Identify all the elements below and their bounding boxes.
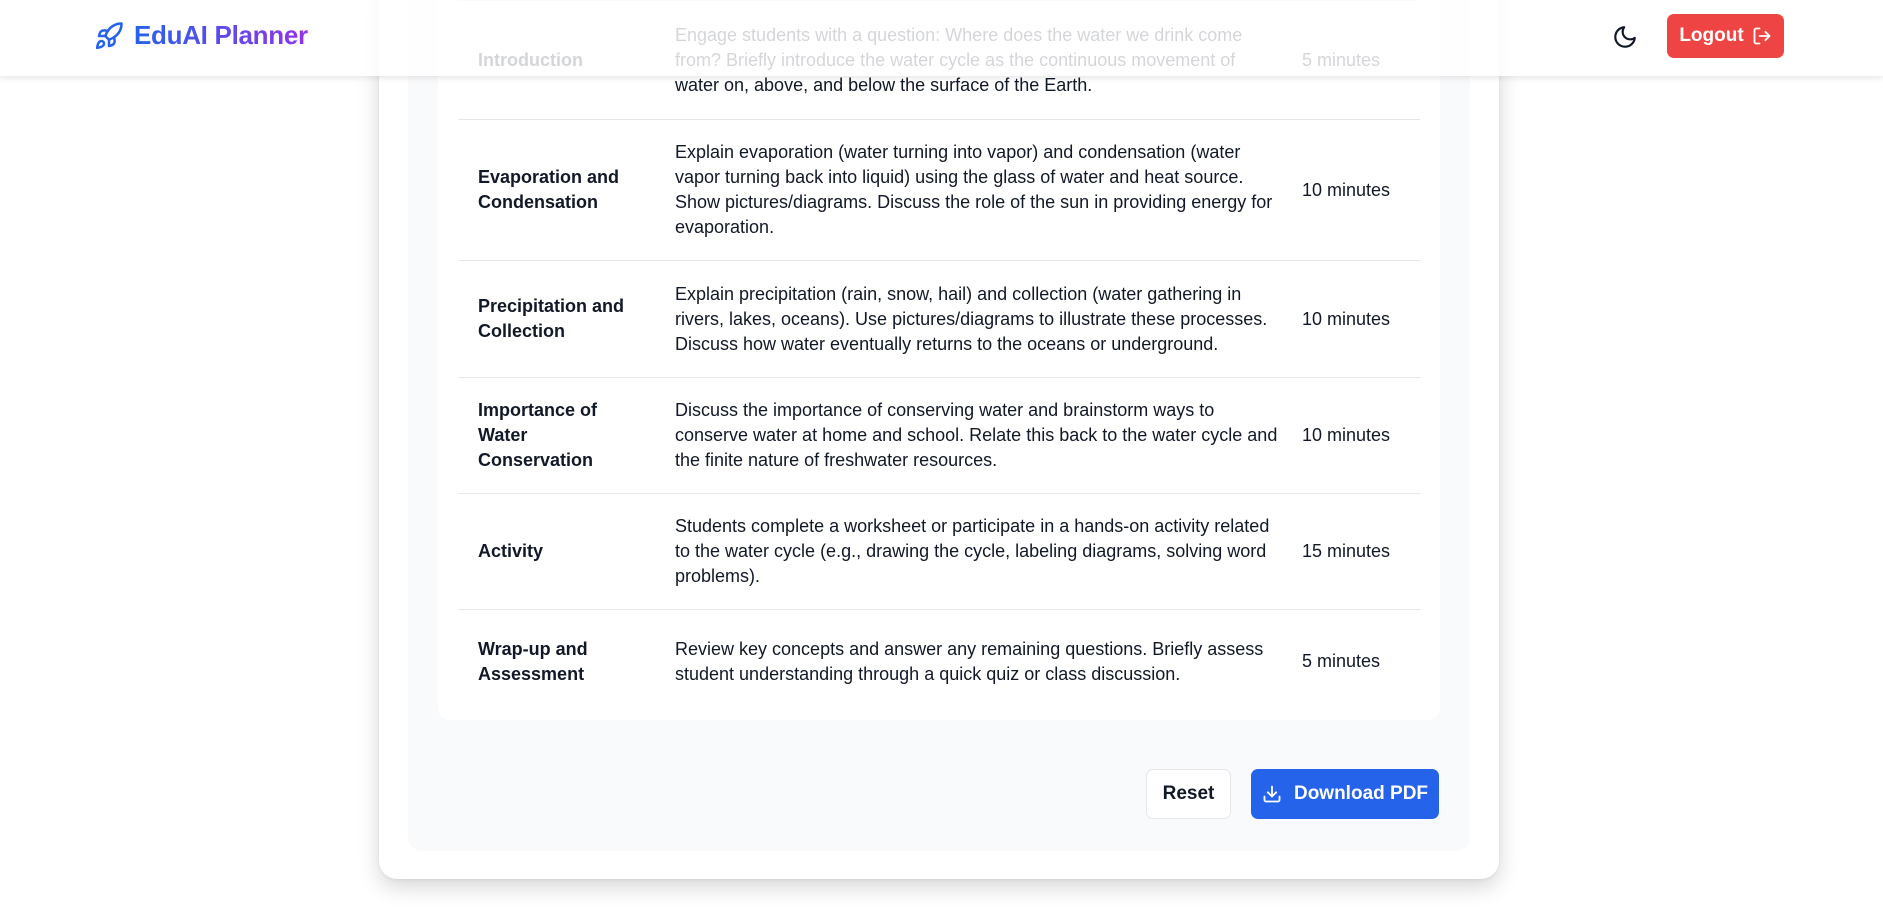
table-row: Wrap-up and Assessment Review key concep… xyxy=(458,610,1420,714)
step-description: Explain evaporation (water turning into … xyxy=(655,119,1302,261)
download-pdf-button[interactable]: Download PDF xyxy=(1251,769,1439,819)
table-row: Activity Students complete a worksheet o… xyxy=(458,493,1420,610)
step-duration: 10 minutes xyxy=(1302,377,1420,494)
step-duration: 10 minutes xyxy=(1302,260,1420,378)
moon-icon xyxy=(1614,26,1636,48)
theme-toggle-button[interactable] xyxy=(1608,20,1642,54)
step-description: Students complete a worksheet or partici… xyxy=(655,493,1302,610)
step-duration: 10 minutes xyxy=(1302,119,1420,261)
step-description: Explain precipitation (rain, snow, hail)… xyxy=(655,260,1302,378)
reset-button[interactable]: Reset xyxy=(1146,769,1231,819)
brand-logo-link[interactable]: EduAI Planner xyxy=(94,20,308,51)
rocket-icon xyxy=(94,21,124,51)
step-description: Discuss the importance of conserving wat… xyxy=(655,377,1302,494)
step-name: Evaporation and Condensation xyxy=(458,119,655,261)
reset-button-label: Reset xyxy=(1162,783,1215,804)
logout-button-label: Logout xyxy=(1679,25,1744,46)
logout-button[interactable]: Logout xyxy=(1667,14,1784,58)
table-row: Importance of Water Conservation Discuss… xyxy=(458,377,1420,494)
step-name: Activity xyxy=(458,493,655,610)
step-duration: 5 minutes xyxy=(1302,651,1381,672)
download-button-label: Download PDF xyxy=(1293,783,1429,804)
download-icon xyxy=(1263,785,1281,803)
step-name: Wrap-up and Assessment xyxy=(478,638,588,684)
step-description: Review key concepts and answer any remai… xyxy=(675,638,1264,684)
top-navbar: EduAI Planner Logout xyxy=(0,0,1883,76)
step-name: Importance of Water Conservation xyxy=(458,377,655,494)
table-row: Precipitation and Collection Explain pre… xyxy=(458,260,1420,378)
brand-name: EduAI Planner xyxy=(134,20,308,50)
table-row: Evaporation and Condensation Explain eva… xyxy=(458,119,1420,261)
step-name: Precipitation and Collection xyxy=(458,260,655,378)
step-duration: 15 minutes xyxy=(1302,493,1420,610)
log-out-icon xyxy=(1753,27,1771,45)
lesson-plan-table: Introduction Engage students with a ques… xyxy=(458,0,1420,714)
